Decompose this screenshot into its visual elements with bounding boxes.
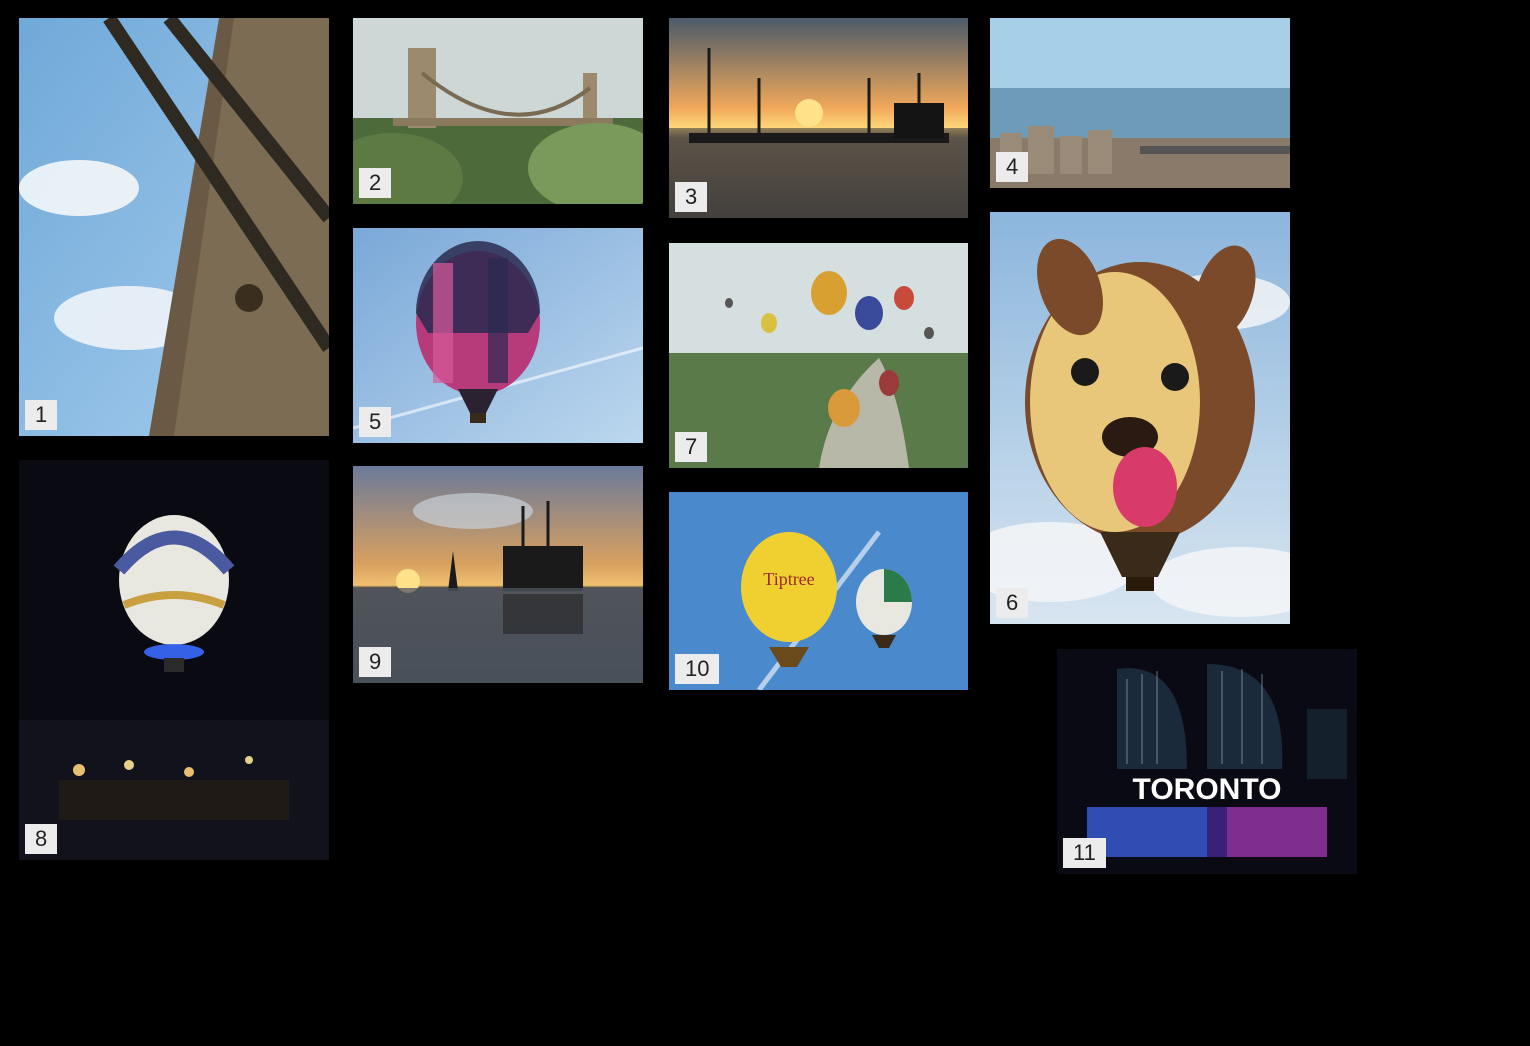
gallery-tile-11[interactable]: TORONTO 11 [1057,649,1357,874]
balloon-brand-text: Tiptree [763,569,814,589]
tile-number-badge: 9 [359,647,391,677]
tile-number-badge: 4 [996,152,1028,182]
tile-number-badge: 5 [359,407,391,437]
tile-number-badge: 10 [675,654,719,684]
tile-number-badge: 6 [996,588,1028,618]
gallery-tile-8[interactable]: 8 [19,460,329,860]
gallery-tile-9[interactable]: 9 [353,466,643,683]
gallery-tile-7[interactable]: 7 [669,243,968,468]
gallery-tile-2[interactable]: 2 [353,18,643,204]
tile-number-badge: 11 [1063,838,1106,868]
gallery-tile-1[interactable]: 1 [19,18,329,436]
tile-number-badge: 3 [675,182,707,212]
gallery-canvas: 1 2 [0,0,1530,1046]
gallery-tile-5[interactable]: 5 [353,228,643,443]
gallery-tile-4[interactable]: 4 [990,18,1290,188]
tile-number-badge: 2 [359,168,391,198]
toronto-sign-text: TORONTO [1133,773,1282,806]
tile-number-badge: 7 [675,432,707,462]
gallery-tile-3[interactable]: 3 [669,18,968,218]
tile-number-badge: 8 [25,824,57,854]
gallery-tile-10[interactable]: Tiptree 10 [669,492,968,690]
tile-number-badge: 1 [25,400,57,430]
gallery-tile-6[interactable]: 6 [990,212,1290,624]
